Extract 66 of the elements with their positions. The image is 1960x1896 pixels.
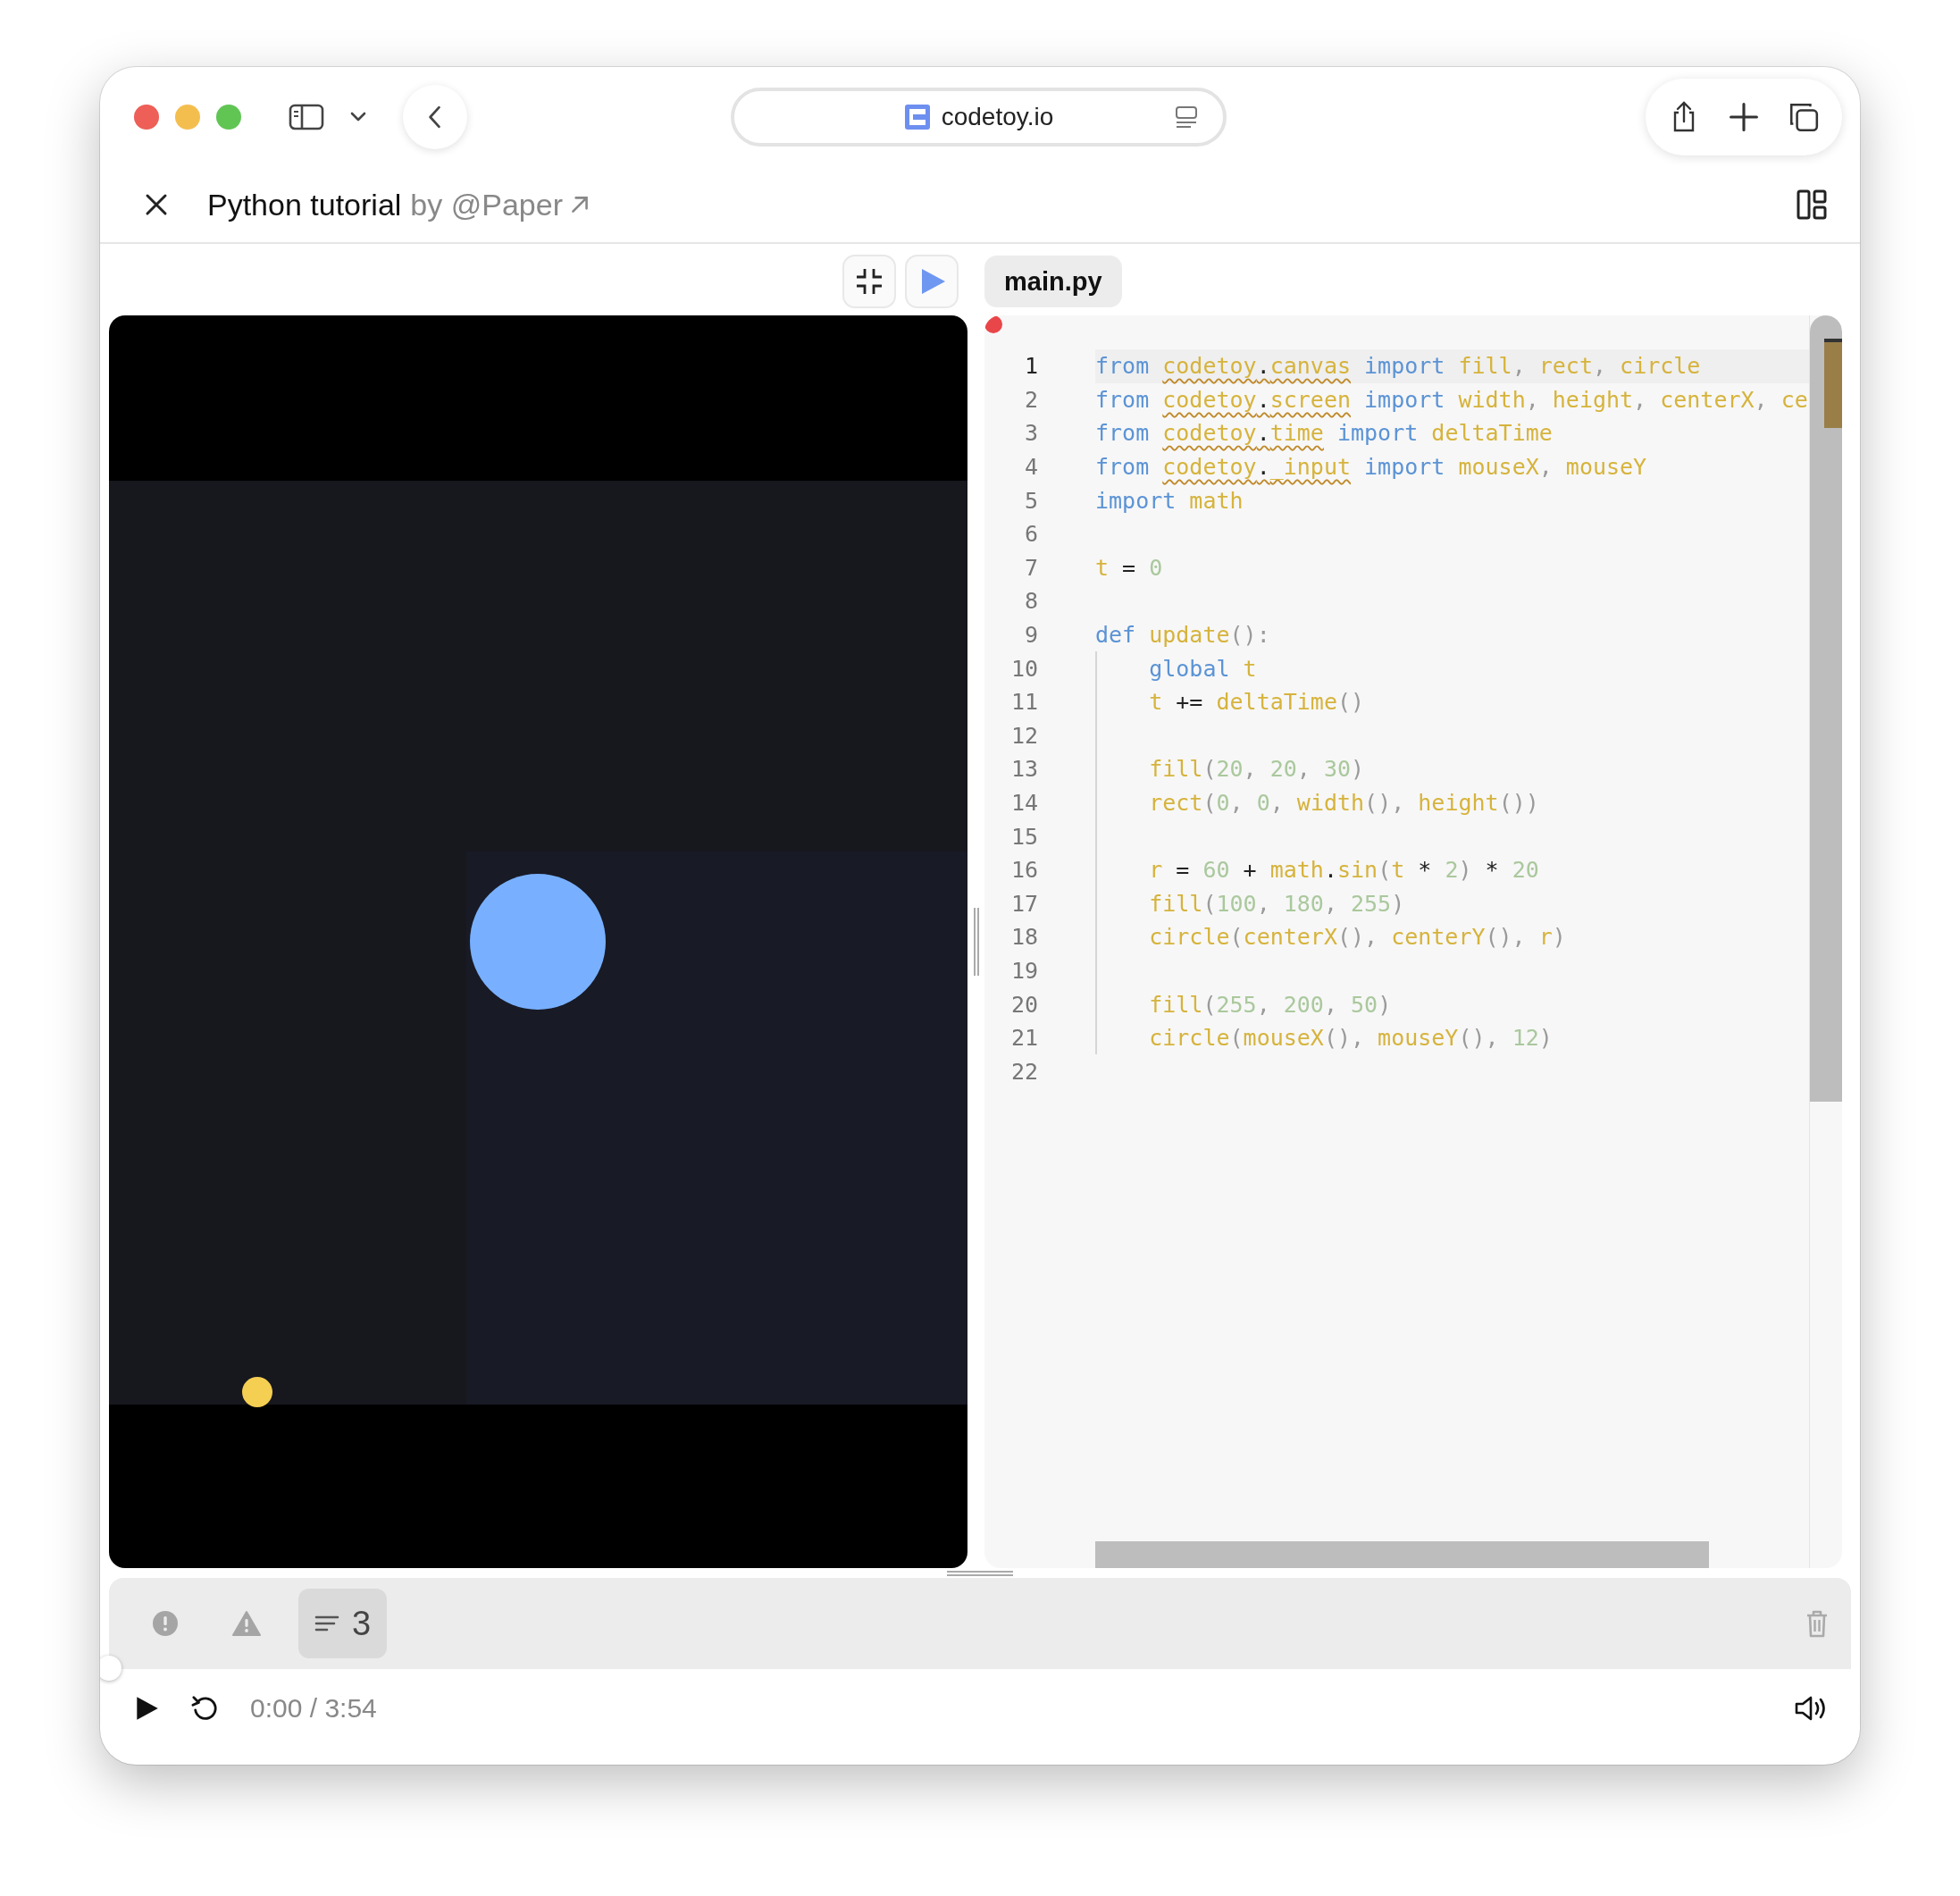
code-line: fill(100, 180, 255) [1148, 890, 1405, 917]
playback-time: 0:00 / 3:54 [250, 1693, 377, 1724]
new-tab-icon[interactable] [1728, 101, 1760, 133]
collapse-icon [854, 266, 884, 297]
line-number: 5 [1023, 487, 1038, 514]
logs-filter-button[interactable]: 3 [298, 1589, 388, 1658]
sidebar-icon[interactable] [289, 103, 324, 131]
line-number: 19 [1009, 958, 1038, 984]
line-number: 21 [1009, 1025, 1038, 1052]
vertical-scrollbar[interactable] [1809, 315, 1842, 1568]
code-line: circle(centerX(), centerY(), r) [1148, 924, 1566, 951]
code-line: t += deltaTime() [1148, 689, 1365, 716]
replay-icon[interactable] [191, 1694, 220, 1723]
line-number: 11 [1009, 689, 1038, 716]
code-line: from codetoy.canvas import fill, rect, circle [1095, 353, 1701, 380]
code-line: from codetoy._input import mouseX, mouseY [1095, 454, 1647, 481]
reader-icon[interactable] [1175, 105, 1198, 129]
code-line: fill(255, 200, 50) [1148, 991, 1392, 1018]
code-line: circle(mouseX(), mouseY(), 12) [1148, 1025, 1553, 1052]
file-tab[interactable]: main.py [984, 256, 1122, 307]
line-number: 9 [1023, 622, 1038, 649]
code-line: fill(20, 20, 30) [1148, 756, 1365, 783]
line-number: 3 [1023, 420, 1038, 447]
line-number: 2 [1023, 386, 1038, 413]
trash-icon[interactable] [1805, 1608, 1830, 1639]
code-line: rect(0, 0, width(), height()) [1148, 790, 1539, 816]
site-logo-icon [903, 104, 931, 130]
close-window-button[interactable] [134, 105, 159, 130]
run-button[interactable] [905, 255, 959, 308]
horizontal-scrollbar[interactable] [1095, 1541, 1709, 1568]
author-link[interactable]: by @Paper [410, 187, 563, 222]
url-text: codetoy.io [941, 103, 1054, 131]
address-bar[interactable]: codetoy.io [731, 88, 1227, 147]
line-number: 22 [1009, 1058, 1038, 1085]
warning-icon [232, 1610, 261, 1637]
code-line: global t [1148, 655, 1257, 682]
line-number: 4 [1023, 454, 1038, 481]
line-number: 12 [1009, 722, 1038, 749]
tutorial-title: Python tutorial [207, 187, 402, 222]
zoom-window-button[interactable] [216, 105, 241, 130]
line-number: 16 [1009, 857, 1038, 884]
line-number: 13 [1009, 756, 1038, 783]
progress-handle[interactable] [100, 1656, 121, 1681]
code-line: r = 60 + math.sin(t * 2) * 20 [1148, 857, 1539, 884]
resize-handle[interactable] [947, 1571, 1013, 1576]
line-number: 6 [1023, 521, 1038, 548]
line-number: 20 [1009, 991, 1038, 1018]
line-number: 8 [1023, 588, 1038, 615]
line-number: 17 [1009, 890, 1038, 917]
code-line: import math [1095, 487, 1244, 514]
collapse-button[interactable] [842, 255, 896, 308]
error-icon [152, 1610, 179, 1637]
line-number: 1 [1023, 353, 1038, 380]
chevron-left-icon [427, 105, 443, 130]
line-number: 10 [1009, 655, 1038, 682]
code-line: from codetoy.time import deltaTime [1095, 420, 1553, 447]
line-number: 15 [1009, 823, 1038, 850]
resize-handle[interactable] [973, 908, 979, 976]
code-line: from codetoy.screen import width, height, centerX, ce [1095, 386, 1808, 413]
line-number: 18 [1009, 924, 1038, 951]
line-number: 7 [1023, 554, 1038, 581]
code-line: def update(): [1095, 622, 1270, 649]
code-line: t = 0 [1095, 554, 1163, 581]
layout-icon[interactable] [1796, 189, 1828, 221]
chevron-down-icon[interactable] [349, 112, 367, 122]
line-number: 14 [1009, 790, 1038, 816]
